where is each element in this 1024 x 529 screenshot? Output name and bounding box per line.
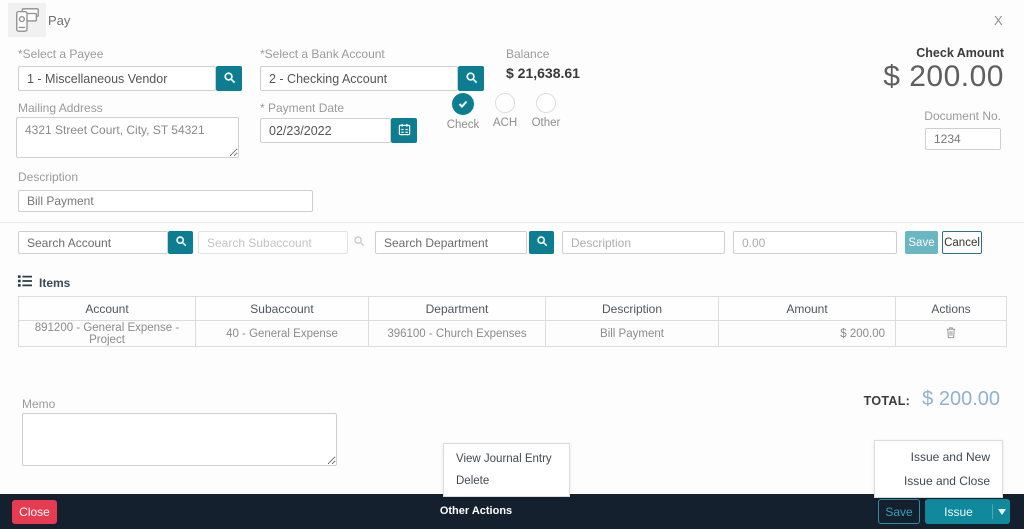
items-section-label: Items — [39, 276, 71, 290]
save-button[interactable]: Save — [878, 499, 920, 524]
column-header-description: Description — [545, 296, 719, 321]
payment-method-label: Check — [446, 119, 480, 131]
menu-item-view-journal-entry[interactable]: View Journal Entry — [444, 453, 569, 465]
trash-icon[interactable] — [945, 326, 957, 342]
calendar-button[interactable] — [391, 118, 417, 143]
caret-down-icon[interactable] — [992, 504, 1010, 519]
item-description-input[interactable] — [562, 231, 725, 254]
payee-label: *Select a Payee — [18, 47, 104, 61]
bank-account-input[interactable] — [260, 66, 458, 91]
items-table: Account Subaccount Department Descriptio… — [18, 296, 1007, 347]
item-amount: $ 200.00 — [718, 320, 896, 347]
search-department-button[interactable] — [529, 231, 554, 254]
payment-method-label: Other — [531, 117, 561, 129]
column-header-department: Department — [368, 296, 546, 321]
balance-label: Balance — [506, 47, 550, 61]
issue-menu: Issue and New Issue and Close — [874, 440, 1003, 498]
payment-method-label: ACH — [492, 117, 518, 129]
column-header-account: Account — [18, 296, 196, 321]
divider — [0, 222, 1024, 223]
menu-item-issue-and-close[interactable]: Issue and Close — [875, 474, 1002, 488]
search-account-input[interactable] — [18, 231, 168, 254]
mailing-address-textarea[interactable]: 4321 Street Court, City, ST 54321 — [16, 117, 239, 158]
memo-textarea[interactable] — [22, 413, 337, 466]
search-icon — [175, 235, 187, 250]
page-title: Pay — [48, 13, 71, 28]
total-value: $ 200.00 — [922, 388, 1000, 410]
search-icon — [465, 71, 478, 87]
close-icon[interactable]: X — [988, 11, 1009, 30]
search-icon — [353, 235, 365, 250]
radio-selected-icon — [452, 93, 474, 115]
items-table-header-row: Account Subaccount Department Descriptio… — [18, 296, 1007, 321]
menu-item-delete[interactable]: Delete — [444, 475, 569, 487]
bank-account-label: *Select a Bank Account — [260, 47, 385, 61]
search-department-input[interactable] — [375, 231, 527, 254]
item-cancel-button[interactable]: Cancel — [942, 231, 982, 254]
search-account-button[interactable] — [168, 231, 193, 254]
payee-input[interactable] — [18, 66, 216, 91]
radio-unselected-icon — [536, 93, 556, 113]
total-row: TOTAL: $ 200.00 — [864, 388, 1000, 411]
check-amount-label: Check Amount — [916, 46, 1004, 60]
search-subaccount-button-disabled — [348, 231, 370, 254]
pay-icon — [8, 3, 46, 37]
memo-label: Memo — [22, 397, 56, 411]
item-amount-input[interactable] — [733, 231, 897, 254]
issue-button[interactable]: Issue — [925, 499, 1010, 524]
pay-dialog: Pay X *Select a Payee *Select a Bank Acc… — [0, 0, 1024, 529]
balance-value: $ 21,638.61 — [506, 65, 580, 81]
table-row: 891200 - General Expense - Project 40 - … — [18, 320, 1007, 347]
items-section-header: Items — [18, 274, 70, 292]
menu-item-issue-and-new[interactable]: Issue and New — [875, 450, 1002, 464]
item-actions-cell — [895, 320, 1007, 347]
document-no-input[interactable] — [925, 128, 1001, 150]
calendar-icon — [398, 123, 411, 139]
payment-method-other[interactable]: Other — [518, 93, 574, 129]
other-actions-button[interactable]: Other Actions — [421, 505, 531, 517]
item-save-button[interactable]: Save — [905, 231, 938, 254]
search-icon — [223, 71, 236, 87]
total-label: TOTAL: — [863, 394, 911, 408]
other-actions-menu: View Journal Entry Delete — [443, 443, 570, 497]
item-description: Bill Payment — [545, 320, 719, 347]
mailing-address-label: Mailing Address — [18, 101, 103, 115]
search-icon — [536, 235, 548, 250]
item-account: 891200 - General Expense - Project — [18, 320, 196, 347]
close-button[interactable]: Close — [12, 500, 57, 524]
item-department: 396100 - Church Expenses — [368, 320, 546, 347]
bank-account-search-button[interactable] — [458, 66, 484, 91]
payment-date-input[interactable] — [260, 118, 391, 143]
radio-unselected-icon — [495, 93, 515, 113]
footer-bar: Close Other Actions Save Issue — [0, 494, 1024, 529]
check-amount-value: $ 200.00 — [883, 60, 1004, 93]
issue-button-label: Issue — [944, 504, 973, 519]
document-no-label: Document No. — [924, 109, 1001, 123]
description-input[interactable] — [18, 190, 313, 212]
item-subaccount: 40 - General Expense — [195, 320, 369, 347]
column-header-subaccount: Subaccount — [195, 296, 369, 321]
column-header-actions: Actions — [895, 296, 1007, 321]
search-subaccount-input — [198, 231, 348, 254]
payee-search-button[interactable] — [216, 66, 242, 91]
list-icon — [18, 274, 32, 292]
column-header-amount: Amount — [718, 296, 896, 321]
payment-date-label: * Payment Date — [260, 101, 345, 115]
description-label: Description — [18, 170, 79, 184]
